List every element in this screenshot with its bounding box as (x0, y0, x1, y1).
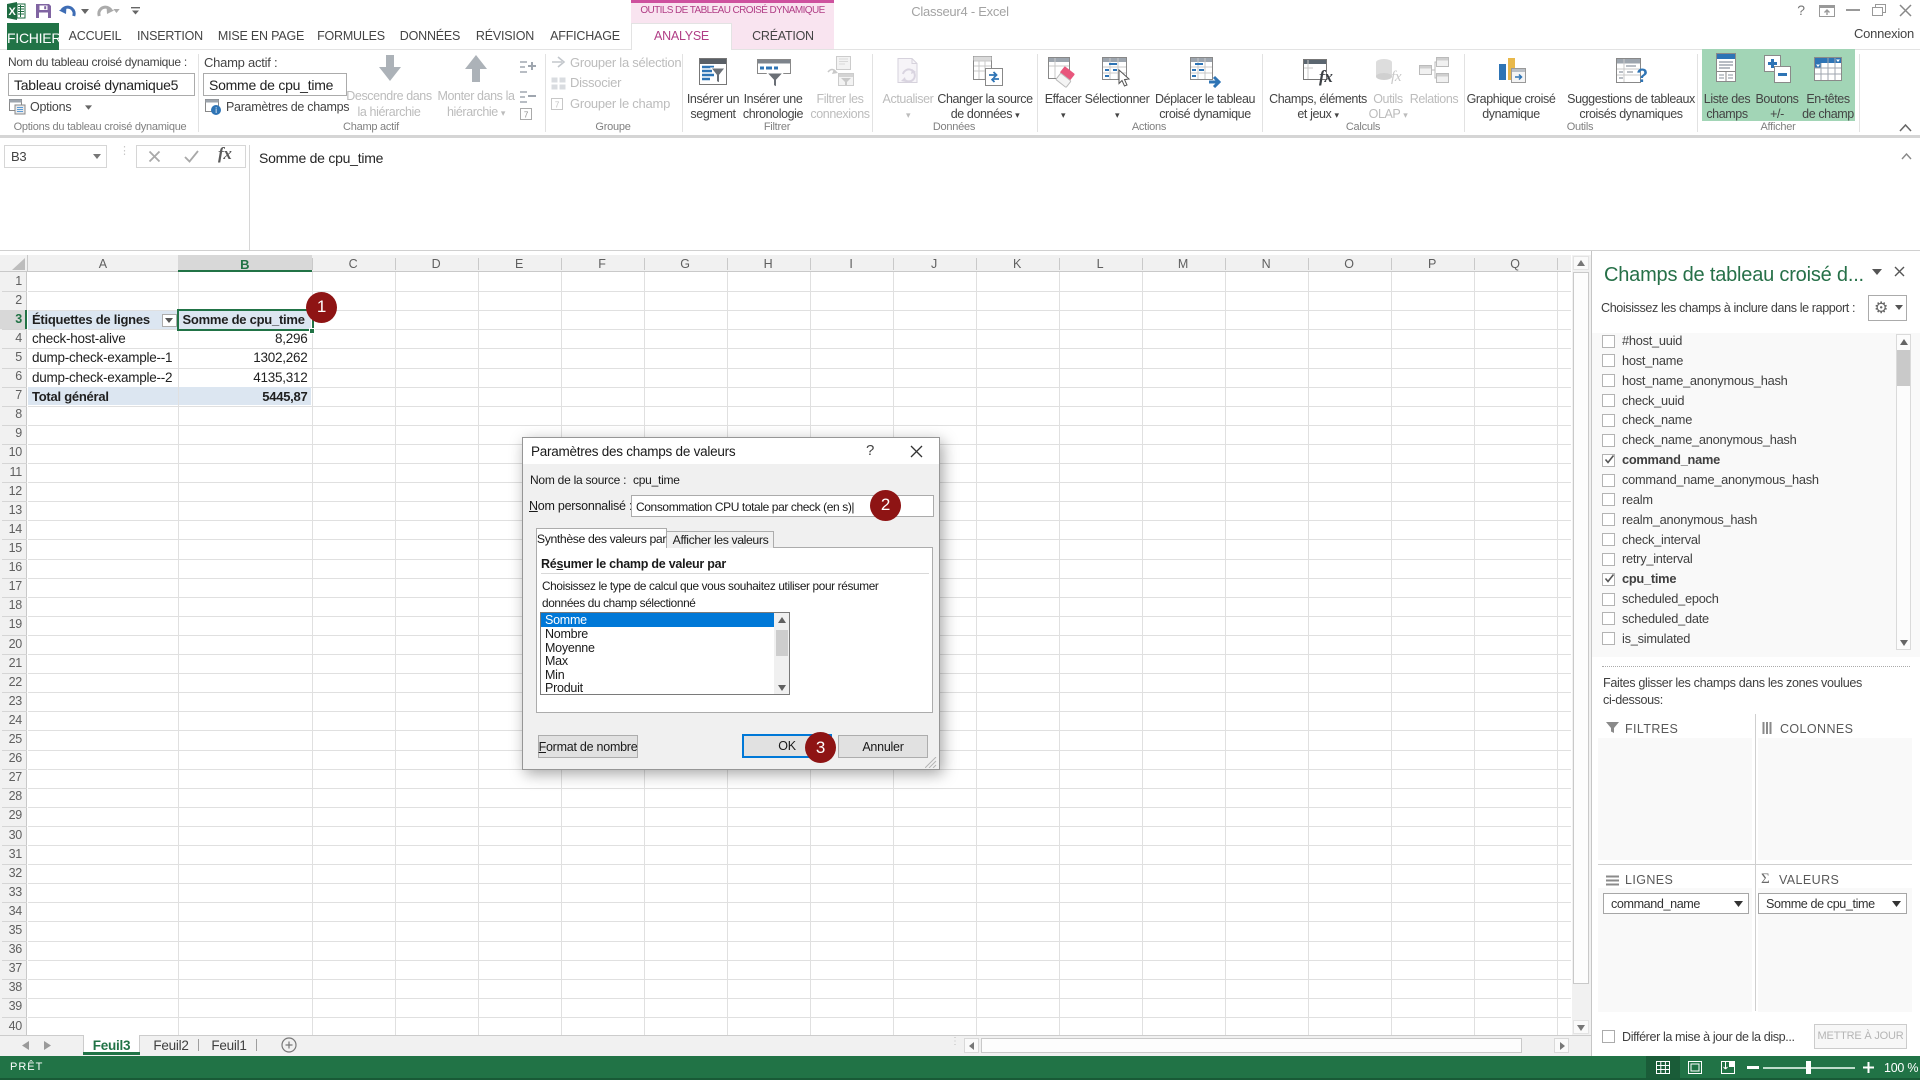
svg-text:?: ? (1636, 66, 1647, 87)
svg-text:fx: fx (1391, 69, 1402, 85)
svg-text:fx: fx (1319, 67, 1333, 86)
